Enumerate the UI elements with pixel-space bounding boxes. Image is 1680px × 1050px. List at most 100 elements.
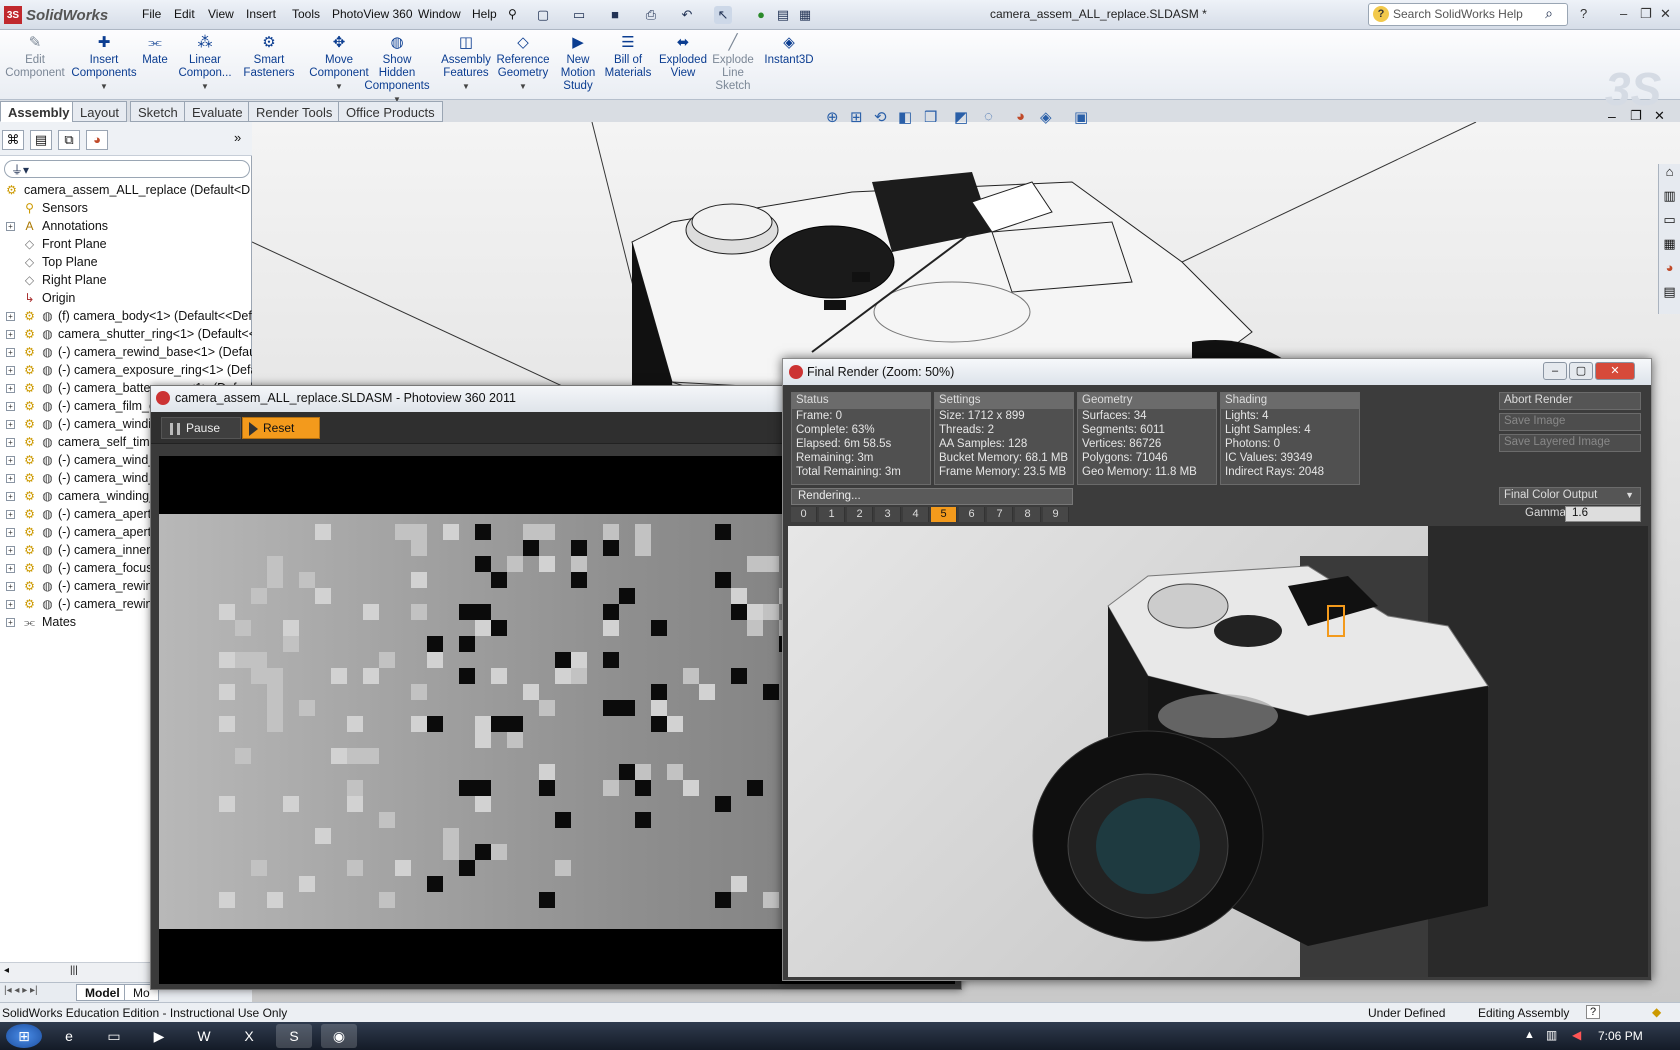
save-icon[interactable]: ■ bbox=[606, 6, 624, 24]
options-icon[interactable]: ▦ bbox=[796, 6, 814, 24]
feature-tree-tab-icon[interactable]: ⌘ bbox=[2, 130, 24, 150]
final-render-close-button[interactable]: ✕ bbox=[1595, 362, 1635, 380]
viewport-restore-icon[interactable]: ❐ bbox=[1630, 108, 1642, 124]
insert-components-button[interactable]: ✚ Insert Components ▼ bbox=[70, 34, 138, 93]
solidworks-logo[interactable]: 3S SolidWorks bbox=[4, 5, 108, 25]
feature-filter-input[interactable]: ⏚▾ bbox=[4, 160, 250, 178]
network-icon[interactable]: ▥ bbox=[1546, 1028, 1557, 1042]
select-pointer-icon[interactable]: ↖ bbox=[714, 6, 732, 24]
tab-evaluate[interactable]: Evaluate bbox=[184, 101, 251, 122]
expand-icon[interactable]: + bbox=[6, 348, 15, 357]
tab-navigation-icon[interactable]: |◂ ◂ ▸ ▸| bbox=[4, 985, 38, 996]
menu-insert[interactable]: Insert bbox=[246, 7, 276, 21]
volume-icon[interactable]: ◀ bbox=[1572, 1028, 1581, 1042]
internet-explorer-icon[interactable]: e bbox=[51, 1024, 87, 1048]
exploded-view-button[interactable]: ⬌ Exploded View bbox=[654, 34, 712, 80]
property-manager-tab-icon[interactable]: ▤ bbox=[30, 130, 52, 150]
buffer-3-button[interactable]: 3 bbox=[875, 507, 901, 522]
output-select[interactable]: Final Color Output ▼ bbox=[1499, 487, 1641, 505]
edit-appearance-icon[interactable]: ◕ bbox=[1016, 108, 1025, 125]
save-layered-image-button[interactable]: Save Layered Image bbox=[1499, 434, 1641, 452]
appearances-icon[interactable]: ◕ bbox=[1659, 260, 1680, 284]
reset-button[interactable]: Reset bbox=[242, 417, 320, 439]
abort-render-button[interactable]: Abort Render bbox=[1499, 392, 1641, 410]
tree-item[interactable]: + ⚙ (-) camera_rewind_base<1> (Default ◍ bbox=[0, 344, 252, 362]
file-properties-icon[interactable]: ▤ bbox=[774, 6, 792, 24]
expand-icon[interactable]: + bbox=[6, 420, 15, 429]
buffer-9-button[interactable]: 9 bbox=[1043, 507, 1069, 522]
tree-item[interactable]: + ⚙ (f) camera_body<1> (Default<<Defa ◍ bbox=[0, 308, 252, 326]
configuration-manager-tab-icon[interactable]: ⧉ bbox=[58, 130, 80, 150]
menu-view[interactable]: View bbox=[208, 7, 234, 21]
mate-button[interactable]: ⫘ Mate bbox=[140, 34, 170, 67]
buffer-2-button[interactable]: 2 bbox=[847, 507, 873, 522]
file-explorer-pane-icon[interactable]: ▭ bbox=[1659, 212, 1680, 236]
pause-button[interactable]: Pause bbox=[161, 417, 241, 439]
expand-panel-icon[interactable]: » bbox=[234, 130, 241, 145]
expand-icon[interactable]: + bbox=[6, 312, 15, 321]
word-icon[interactable]: W bbox=[186, 1024, 222, 1048]
apply-scene-icon[interactable]: ◈ bbox=[1040, 108, 1052, 126]
tag-icon[interactable]: ◆ bbox=[1652, 1005, 1661, 1019]
status-help-icon[interactable]: ? bbox=[1586, 1005, 1601, 1019]
tree-item[interactable]: + ⚙ camera_shutter_ring<1> (Default<< ◍ bbox=[0, 326, 252, 344]
viewport-minimize-icon[interactable]: – bbox=[1608, 108, 1616, 124]
expand-icon[interactable]: + bbox=[6, 546, 15, 555]
restore-icon[interactable]: ❐ bbox=[1640, 6, 1652, 22]
tab-layout[interactable]: Layout bbox=[72, 101, 128, 122]
expand-icon[interactable]: + bbox=[6, 456, 15, 465]
expand-icon[interactable]: + bbox=[6, 474, 15, 483]
menu-photoview-360[interactable]: PhotoView 360 bbox=[332, 7, 413, 21]
tree-item[interactable]: ⚲ Sensors bbox=[0, 200, 252, 218]
final-render-maximize-button[interactable]: ▢ bbox=[1569, 362, 1593, 380]
close-icon[interactable]: ✕ bbox=[1660, 6, 1671, 22]
buffer-8-button[interactable]: 8 bbox=[1015, 507, 1041, 522]
solidworks-icon[interactable]: S bbox=[276, 1024, 312, 1048]
media-player-icon[interactable]: ▶ bbox=[141, 1024, 177, 1048]
chevron-down-icon[interactable]: ▼ bbox=[438, 80, 494, 93]
help-icon[interactable]: ? bbox=[1580, 6, 1587, 21]
explode-line-button[interactable]: ╱ Explode Line Sketch bbox=[712, 34, 754, 93]
view-palette-icon[interactable]: ▦ bbox=[1659, 236, 1680, 260]
tree-item[interactable]: ◇ Front Plane bbox=[0, 236, 252, 254]
photoview-icon[interactable]: ◉ bbox=[321, 1024, 357, 1048]
expand-icon[interactable]: + bbox=[6, 222, 15, 231]
expand-icon[interactable]: + bbox=[6, 600, 15, 609]
expand-icon[interactable]: + bbox=[6, 492, 15, 501]
tree-item[interactable]: + A Annotations bbox=[0, 218, 252, 236]
menu-tools[interactable]: Tools bbox=[292, 7, 320, 21]
instant3d-button[interactable]: ◈ Instant3D bbox=[760, 34, 818, 67]
expand-icon[interactable]: + bbox=[6, 528, 15, 537]
buffer-5-button[interactable]: 5 bbox=[931, 507, 957, 522]
buffer-7-button[interactable]: 7 bbox=[987, 507, 1013, 522]
pin-menu-icon[interactable]: ⚲ bbox=[508, 7, 517, 21]
expand-icon[interactable]: + bbox=[6, 402, 15, 411]
menu-help[interactable]: Help bbox=[472, 7, 497, 21]
tab-sketch[interactable]: Sketch bbox=[130, 101, 186, 122]
display-style-icon[interactable]: ◩ bbox=[954, 108, 968, 126]
expand-icon[interactable]: + bbox=[6, 330, 15, 339]
menu-edit[interactable]: Edit bbox=[174, 7, 195, 21]
help-search-input[interactable]: ? Search SolidWorks Help ⌕ bbox=[1368, 3, 1568, 26]
bom-button[interactable]: ☰ Bill of Materials bbox=[604, 34, 652, 80]
reference-geometry-button[interactable]: ◇ Reference Geometry ▼ bbox=[492, 34, 554, 93]
minimize-icon[interactable]: – bbox=[1620, 6, 1627, 21]
buffer-4-button[interactable]: 4 bbox=[903, 507, 929, 522]
final-render-minimize-button[interactable]: – bbox=[1543, 362, 1567, 380]
expand-icon[interactable]: + bbox=[6, 618, 15, 627]
excel-icon[interactable]: X bbox=[231, 1024, 267, 1048]
linear-pattern-button[interactable]: ⁂ Linear Compon... ▼ bbox=[176, 34, 234, 93]
tab-model[interactable]: Model bbox=[76, 984, 129, 1001]
expand-icon[interactable]: + bbox=[6, 384, 15, 393]
tab-assembly[interactable]: Assembly bbox=[0, 101, 78, 122]
view-settings-icon[interactable]: ▣ bbox=[1074, 108, 1088, 126]
expand-icon[interactable]: + bbox=[6, 366, 15, 375]
smart-fasteners-button[interactable]: ⚙ Smart Fasteners bbox=[240, 34, 298, 80]
tab-office-products[interactable]: Office Products bbox=[338, 101, 443, 122]
chevron-down-icon[interactable]: ▼ bbox=[492, 80, 554, 93]
hide-show-items-icon[interactable]: ◌ bbox=[984, 108, 993, 125]
display-manager-tab-icon[interactable]: ◕ bbox=[86, 130, 108, 150]
print-icon[interactable]: ⎙ bbox=[642, 6, 660, 24]
view-orientation-icon[interactable]: ❒ bbox=[924, 108, 937, 126]
tree-item[interactable]: ◇ Right Plane bbox=[0, 272, 252, 290]
